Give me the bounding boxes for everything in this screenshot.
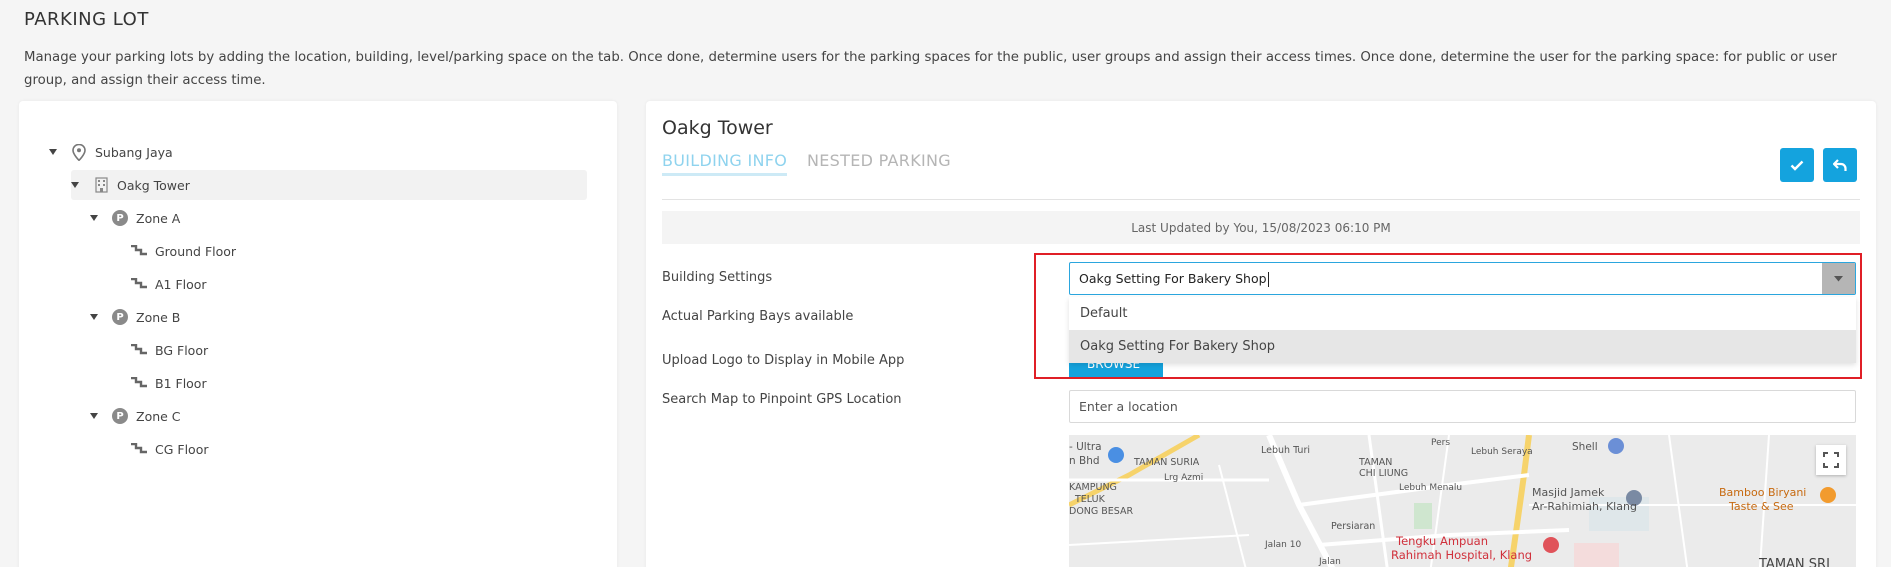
map-label: Ar-Rahimiah, Klang	[1532, 500, 1637, 513]
stairs-icon	[131, 276, 147, 292]
tree-item-label: Subang Jaya	[95, 144, 173, 160]
tree-item-label: Zone C	[136, 408, 181, 424]
parking-icon: P	[112, 210, 128, 226]
map-label: Rahimah Hospital, Klang	[1391, 548, 1533, 562]
map-label: Lebuh Menalu	[1399, 483, 1463, 493]
stairs-icon	[131, 375, 147, 391]
tree-item-floor[interactable]: CG Floor	[131, 434, 209, 464]
save-button[interactable]	[1780, 148, 1814, 182]
map-label: TELUK	[1075, 494, 1105, 505]
highlight-box	[1034, 253, 1862, 379]
map-view[interactable]: - Ultra n Bhd TAMAN SURIA Lebuh Turi TAM…	[1069, 435, 1856, 567]
caret-down-icon[interactable]	[90, 413, 98, 419]
tree-item-zone-c[interactable]: P Zone C	[90, 401, 181, 431]
caret-down-icon[interactable]	[90, 314, 98, 320]
map-label: Jalan 10	[1265, 540, 1302, 550]
parking-tree-panel: Subang Jaya Oakg Tower P Zone A Ground F…	[19, 101, 617, 567]
parking-bays-label: Actual Parking Bays available	[662, 309, 854, 324]
fullscreen-icon	[1823, 452, 1839, 468]
caret-down-icon[interactable]	[71, 182, 79, 188]
building-icon	[93, 177, 109, 193]
tree-item-label: Ground Floor	[155, 243, 237, 259]
caret-down-icon[interactable]	[90, 215, 98, 221]
location-pin-icon	[71, 143, 87, 161]
caret-down-icon[interactable]	[49, 149, 57, 155]
parking-icon: P	[112, 309, 128, 325]
tree-item-label: A1 Floor	[155, 276, 207, 292]
tree-item-zone-b[interactable]: P Zone B	[90, 302, 180, 332]
tree-item-zone-a[interactable]: P Zone A	[90, 203, 180, 233]
check-icon	[1790, 160, 1804, 171]
map-label: Jalan	[1319, 557, 1341, 567]
back-button[interactable]	[1823, 148, 1857, 182]
map-label: DONG BESAR	[1069, 506, 1134, 517]
map-label: n Bhd	[1069, 455, 1100, 467]
map-label: Persiaran	[1331, 521, 1376, 532]
map-label: Lrg Azmi	[1164, 473, 1204, 483]
map-label: Bamboo Biryani	[1719, 486, 1807, 499]
map-label: TAMAN	[1359, 457, 1393, 468]
map-label: Taste & See	[1729, 500, 1794, 513]
upload-logo-label: Upload Logo to Display in Mobile App	[662, 353, 905, 368]
building-detail-panel: Oakg Tower BUILDING INFO NESTED PARKING …	[646, 101, 1876, 567]
undo-icon	[1833, 158, 1847, 171]
stairs-icon	[131, 243, 147, 259]
tree-item-label: Zone A	[136, 210, 181, 226]
divider	[662, 199, 1860, 200]
location-search-input[interactable]	[1069, 390, 1856, 423]
tree-item-floor[interactable]: BG Floor	[131, 335, 208, 365]
map-label: TAMAN SRI	[1759, 557, 1830, 567]
tree-item-floor[interactable]: A1 Floor	[131, 269, 207, 299]
tree-item-label: BG Floor	[155, 342, 209, 358]
tree-item-label: B1 Floor	[155, 375, 207, 391]
last-updated-bar: Last Updated by You, 15/08/2023 06:10 PM	[662, 211, 1860, 244]
map-label: Pers	[1431, 438, 1451, 448]
tree-item-floor[interactable]: B1 Floor	[131, 368, 207, 398]
parking-icon: P	[112, 408, 128, 424]
map-label: Lebuh Seraya	[1471, 447, 1533, 457]
fullscreen-button[interactable]	[1816, 445, 1846, 475]
tab-nested-parking[interactable]: NESTED PARKING	[807, 151, 951, 170]
stairs-icon	[131, 342, 147, 358]
tree-item-location[interactable]: Subang Jaya	[49, 137, 173, 167]
tree-item-building[interactable]: Oakg Tower	[71, 170, 587, 200]
map-label: Shell	[1572, 441, 1598, 453]
tree-item-label: CG Floor	[155, 441, 209, 457]
map-label: KAMPUNG	[1069, 482, 1117, 493]
building-settings-label: Building Settings	[662, 270, 773, 285]
map-label: Tengku Ampuan	[1396, 534, 1488, 548]
map-label: - Ultra	[1069, 441, 1102, 453]
tree-item-label: Zone B	[136, 309, 181, 325]
building-title: Oakg Tower	[662, 117, 773, 139]
tree-item-label: Oakg Tower	[117, 177, 190, 193]
map-label: CHI LIUNG	[1359, 468, 1409, 479]
page-title: PARKING LOT	[24, 9, 149, 30]
stairs-icon	[131, 441, 147, 457]
tree-item-floor[interactable]: Ground Floor	[131, 236, 236, 266]
page-description: Manage your parking lots by adding the l…	[24, 50, 1837, 88]
map-label: TAMAN SURIA	[1134, 457, 1200, 468]
tab-building-info[interactable]: BUILDING INFO	[662, 151, 788, 176]
search-map-label: Search Map to Pinpoint GPS Location	[662, 392, 902, 407]
map-label: Masjid Jamek	[1532, 486, 1605, 499]
map-label: Lebuh Turi	[1261, 445, 1310, 456]
